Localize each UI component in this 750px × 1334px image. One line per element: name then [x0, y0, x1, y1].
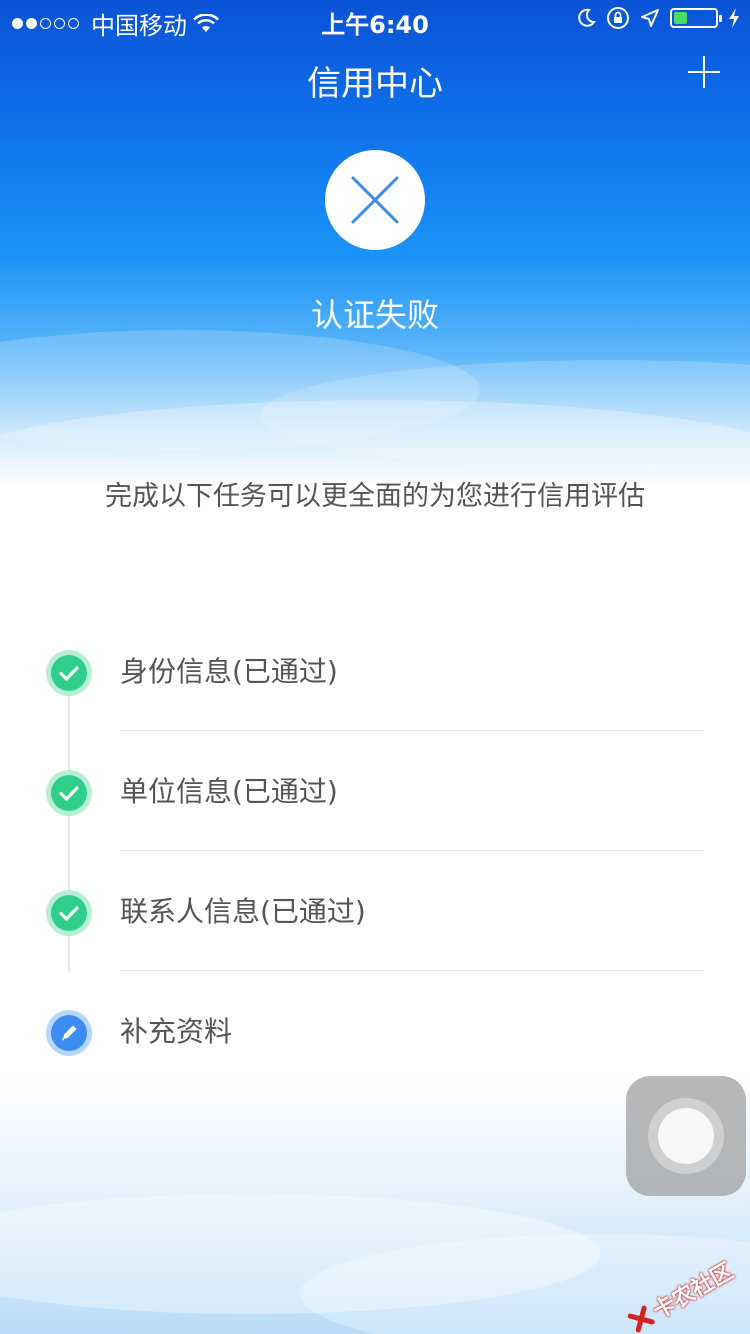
task-label: 补充资料 — [120, 1015, 233, 1048]
moon-icon — [578, 8, 596, 27]
task-item-employer[interactable]: 单位信息(已通过) — [0, 742, 750, 862]
rotation-lock-icon — [607, 7, 629, 29]
task-item-identity[interactable]: 身份信息(已通过) — [0, 622, 750, 742]
task-item-contacts[interactable]: 联系人信息(已通过) — [0, 862, 750, 982]
divider — [120, 730, 704, 731]
status-bar: 中国移动 上午6:40 — [0, 0, 750, 40]
battery-icon — [670, 8, 722, 28]
divider — [120, 970, 704, 971]
fail-status-text: 认证失败 — [310, 296, 439, 334]
divider — [120, 850, 704, 851]
plus-icon[interactable] — [686, 54, 722, 90]
assistive-touch-button[interactable] — [626, 1076, 746, 1196]
page-title: 信用中心 — [307, 64, 443, 104]
task-label: 联系人信息(已通过) — [120, 895, 366, 928]
location-icon — [641, 9, 659, 27]
check-icon — [46, 770, 92, 816]
edit-icon — [46, 1010, 92, 1056]
task-label: 身份信息(已通过) — [120, 655, 338, 688]
task-description: 完成以下任务可以更全面的为您进行信用评估 — [105, 481, 645, 512]
charging-icon — [729, 8, 739, 28]
task-label: 单位信息(已通过) — [120, 775, 338, 808]
fail-status-icon — [325, 150, 425, 250]
check-icon — [46, 650, 92, 696]
close-icon — [351, 176, 399, 224]
check-icon — [46, 890, 92, 936]
